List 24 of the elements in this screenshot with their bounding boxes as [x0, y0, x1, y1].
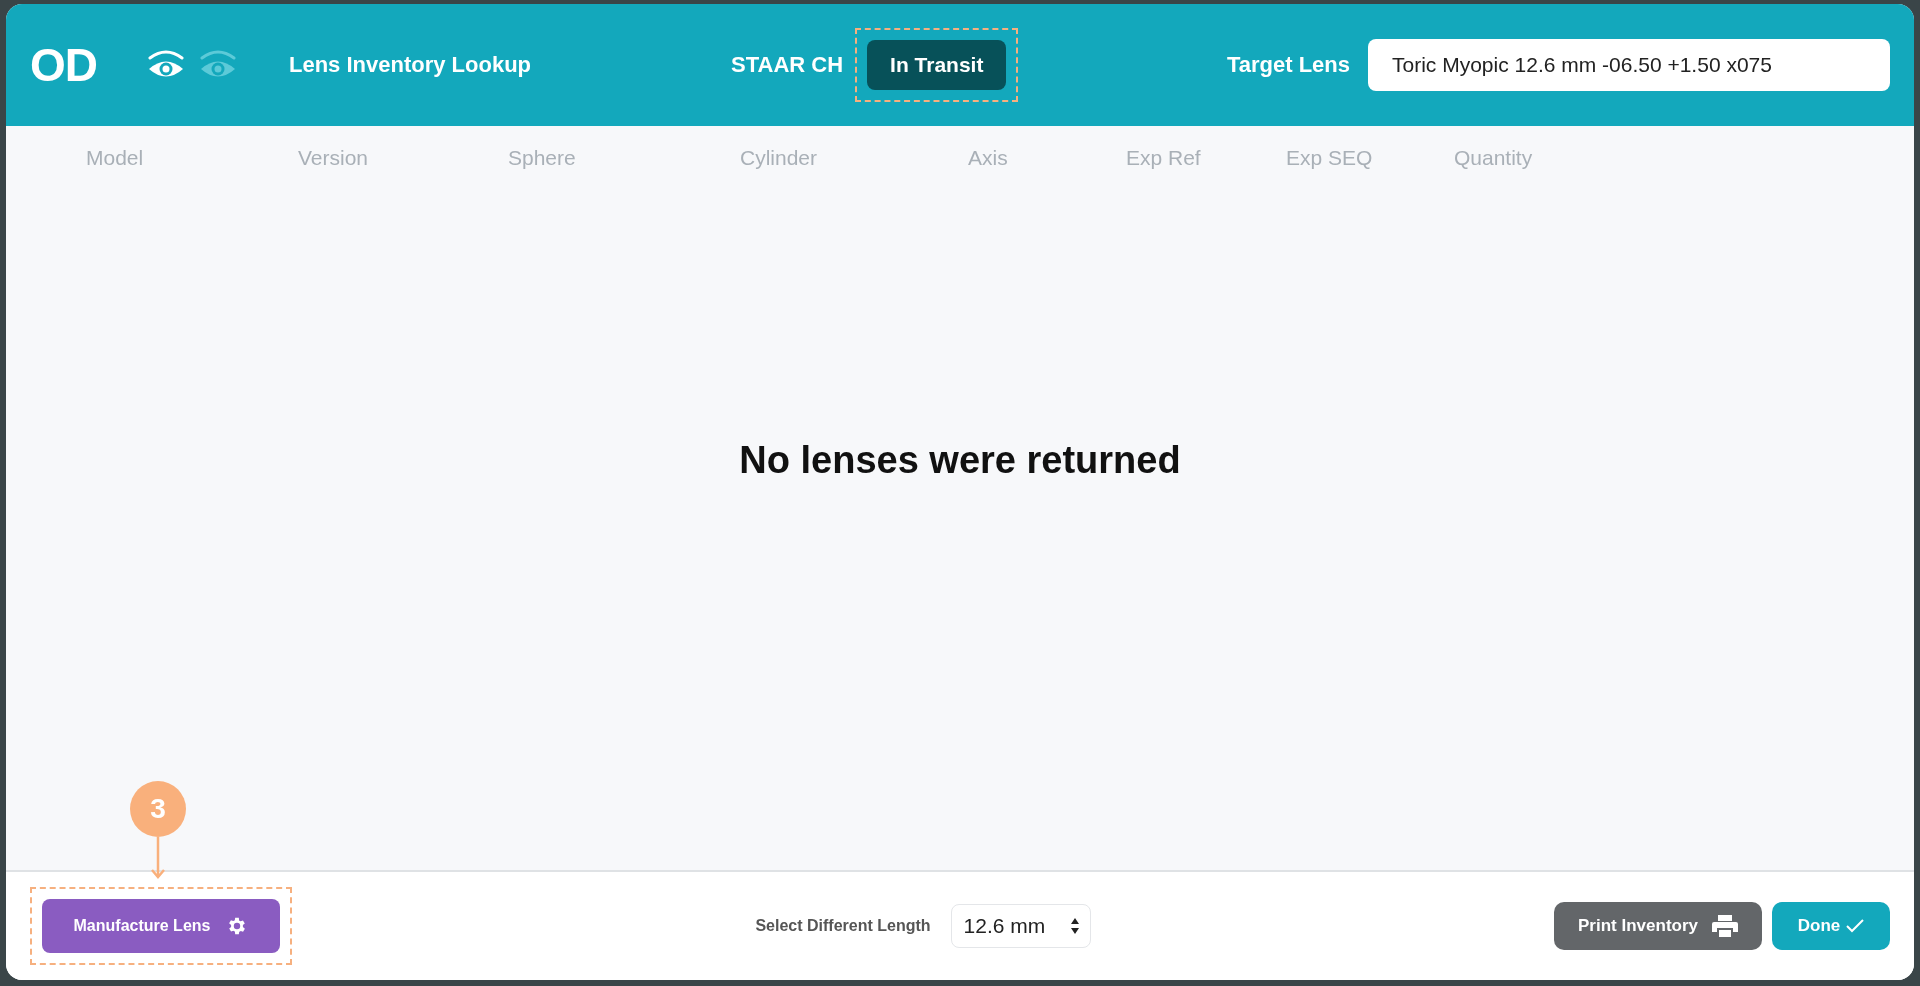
- column-header: Cylinder: [740, 146, 819, 170]
- column-header: Quantity: [1454, 146, 1534, 170]
- step-badge: 3: [130, 781, 186, 837]
- printer-icon: [1712, 914, 1738, 938]
- manufacturer-label: STAAR CH: [731, 52, 844, 78]
- column-header: Version: [298, 146, 370, 170]
- target-lens-field[interactable]: Toric Myopic 12.6 mm -06.50 +1.50 x075: [1368, 39, 1890, 91]
- manufacture-lens-button[interactable]: Manufacture Lens: [42, 899, 280, 953]
- spinner-icon: [1069, 917, 1080, 935]
- status-button[interactable]: In Transit: [867, 40, 1007, 90]
- column-header: Exp SEQ: [1286, 146, 1374, 170]
- eye-label: OD: [30, 38, 97, 92]
- dialog-title: Lens Inventory Lookup: [289, 52, 532, 78]
- target-lens-label: Target Lens: [1226, 52, 1350, 78]
- length-select[interactable]: 12.6 mm: [950, 904, 1091, 948]
- arrow-icon: [150, 837, 166, 879]
- column-header: Sphere: [508, 146, 577, 170]
- column-header: Exp Ref: [1126, 146, 1202, 170]
- print-inventory-button[interactable]: Print Inventory: [1554, 902, 1762, 950]
- length-label: Select Different Length: [755, 917, 931, 935]
- column-header: Axis: [968, 146, 1009, 170]
- empty-message: No lenses were returned: [739, 438, 1181, 482]
- column-header: Model: [86, 146, 145, 170]
- checkmark-icon: [1846, 919, 1865, 933]
